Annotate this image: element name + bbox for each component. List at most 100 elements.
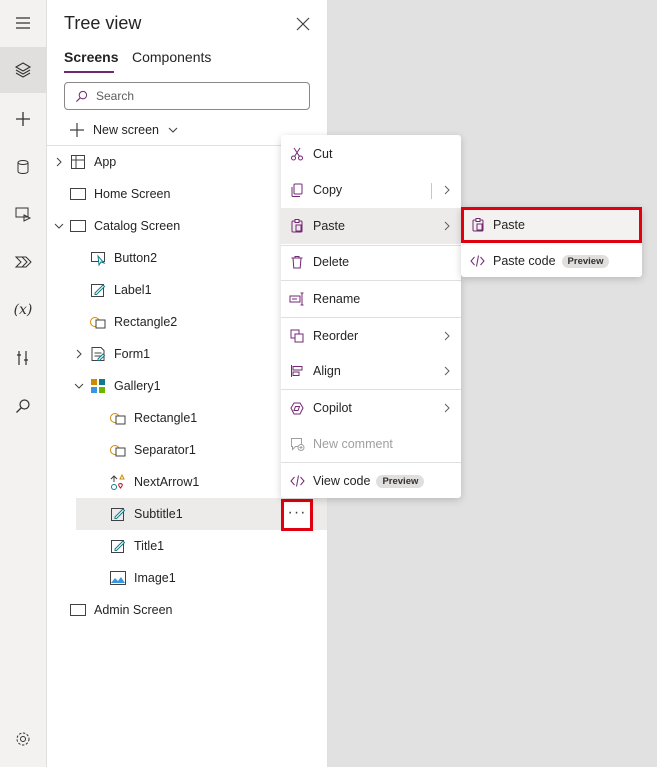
search-icon	[75, 90, 88, 102]
tree-item-label: App	[94, 155, 117, 169]
search-box	[64, 82, 310, 110]
submenu-item-paste[interactable]: Paste	[461, 207, 642, 243]
tree-view-button[interactable]	[0, 47, 46, 93]
tools-icon	[17, 351, 28, 365]
menu-item-delete[interactable]: Delete	[281, 245, 461, 279]
menu-item-label: Copy	[313, 183, 343, 197]
paste-submenu: Paste Paste code Preview	[461, 207, 642, 277]
search-input[interactable]	[94, 88, 288, 104]
code-icon	[469, 253, 485, 269]
tree-item-admin-screen[interactable]: Admin Screen	[47, 594, 327, 626]
tree-item-label: Subtitle1	[134, 507, 183, 521]
icon-control-icon	[109, 473, 127, 491]
menu-item-label: Reorder	[313, 329, 359, 343]
settings-icon	[16, 732, 30, 746]
shape-icon	[89, 313, 107, 331]
tab-components[interactable]: Components	[132, 49, 211, 65]
menu-item-label: View code Preview	[313, 474, 425, 488]
menu-item-label: Cut	[313, 147, 333, 161]
hamburger-menu-button[interactable]	[0, 0, 46, 46]
tree-item-label: Admin Screen	[94, 603, 173, 617]
menu-item-label: Paste	[313, 219, 345, 233]
chevron-right-icon[interactable]	[51, 154, 67, 170]
media-icon	[15, 207, 32, 222]
close-icon	[296, 17, 310, 31]
label-icon	[89, 281, 107, 299]
copy-icon	[289, 182, 305, 198]
tree-item-label: Separator1	[134, 443, 196, 457]
panel-title: Tree view	[64, 13, 142, 33]
tree-item-label: NextArrow1	[134, 475, 200, 489]
chevron-right-icon	[444, 366, 450, 376]
form-icon	[89, 345, 107, 363]
menu-item-new-comment: New comment	[281, 427, 461, 461]
split-divider	[431, 183, 432, 199]
more-options-button[interactable]: ···	[281, 499, 313, 531]
search-rail-button[interactable]	[0, 383, 46, 429]
menu-item-label: Paste code Preview	[493, 253, 610, 268]
chevron-right-icon[interactable]	[71, 346, 87, 362]
plus-icon	[16, 112, 30, 126]
menu-item-label: Rename	[313, 292, 361, 306]
advanced-tools-button[interactable]	[0, 335, 46, 381]
settings-button[interactable]	[0, 716, 46, 762]
tree-item-label: Button2	[114, 251, 158, 265]
tree-item-label: Form1	[114, 347, 151, 361]
rename-icon	[289, 291, 305, 307]
close-panel-button[interactable]	[293, 14, 313, 34]
variables-button[interactable]: (x)	[0, 287, 46, 333]
image-icon	[109, 569, 127, 587]
menu-item-reorder[interactable]: Reorder	[281, 319, 461, 353]
tree-item-label: Catalog Screen	[94, 219, 181, 233]
tab-screens[interactable]: Screens	[64, 49, 118, 65]
app-icon	[69, 153, 87, 171]
tree-item-image1[interactable]: Image1	[47, 562, 327, 594]
tab-underline	[64, 71, 114, 73]
layers-icon	[14, 62, 32, 78]
insert-button[interactable]	[0, 96, 46, 142]
paste-icon	[289, 218, 305, 234]
shape-icon	[109, 441, 127, 459]
reorder-icon	[289, 328, 305, 344]
database-icon	[17, 160, 29, 175]
screen-icon	[69, 217, 87, 235]
search-icon	[16, 399, 30, 413]
gallery-icon	[89, 377, 107, 395]
menu-item-rename[interactable]: Rename	[281, 282, 461, 316]
tree-item-label: Rectangle2	[114, 315, 178, 329]
hamburger-icon	[16, 17, 30, 29]
view-code-text: View code	[313, 474, 371, 488]
variables-icon: (x)	[13, 302, 33, 318]
chevron-right-icon	[444, 403, 450, 413]
menu-item-label: Copilot	[313, 401, 352, 415]
new-screen-button[interactable]: New screen	[69, 120, 179, 140]
code-icon	[289, 473, 305, 489]
left-rail: (x)	[0, 0, 47, 767]
data-button[interactable]	[0, 144, 46, 190]
chevron-down-icon[interactable]	[71, 378, 87, 394]
submenu-item-paste-code[interactable]: Paste code Preview	[461, 244, 642, 277]
menu-item-align[interactable]: Align	[281, 354, 461, 388]
menu-item-copy[interactable]: Copy	[281, 173, 461, 207]
menu-item-view-code[interactable]: View code Preview	[281, 464, 461, 498]
paste-icon	[470, 217, 486, 233]
menu-item-cut[interactable]: Cut	[281, 137, 461, 171]
plus-icon	[70, 123, 84, 137]
context-menu: Cut Copy Paste Delete Rename Reorder Ali…	[281, 135, 461, 498]
label-icon	[109, 537, 127, 555]
menu-item-copilot[interactable]: Copilot	[281, 391, 461, 425]
chevron-down-icon[interactable]	[51, 218, 67, 234]
preview-badge: Preview	[561, 254, 610, 268]
tree-item-title1[interactable]: Title1	[47, 530, 327, 562]
align-icon	[289, 363, 305, 379]
screen-icon	[69, 601, 87, 619]
chevron-right-icon[interactable]	[441, 184, 453, 196]
media-button[interactable]	[0, 191, 46, 237]
cut-icon	[289, 146, 305, 162]
paste-code-text: Paste code	[493, 253, 556, 268]
menu-separator	[281, 389, 461, 390]
menu-item-paste[interactable]: Paste	[281, 208, 461, 244]
button-icon	[89, 249, 107, 267]
power-automate-button[interactable]	[0, 239, 46, 285]
chevron-right-icon	[444, 221, 450, 231]
